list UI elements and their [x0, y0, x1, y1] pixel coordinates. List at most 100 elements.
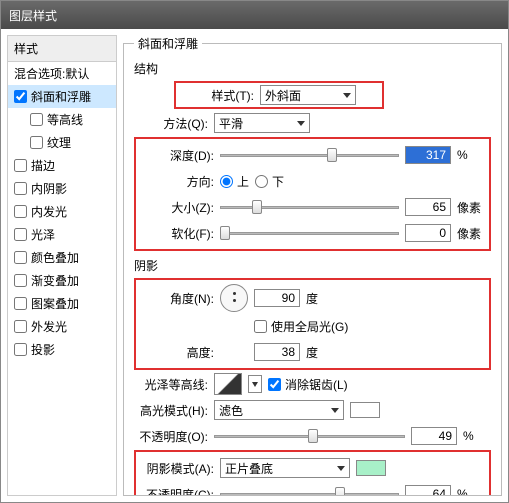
- sidebar-item-label: 光泽: [31, 226, 55, 243]
- highlight-shadow-mode-box: 阴影模式(A): 正片叠底 不透明度(C): 64 %: [134, 450, 491, 496]
- highlight-mode-label: 高光模式(H):: [134, 402, 208, 419]
- sidebar-item-label: 外发光: [31, 318, 67, 335]
- method-select[interactable]: 平滑: [214, 113, 310, 133]
- sidebar-item-label: 描边: [31, 157, 55, 174]
- check-gradient-overlay[interactable]: [14, 274, 27, 287]
- direction-down[interactable]: 下: [255, 173, 284, 190]
- sidebar-blend-label: 混合选项:默认: [14, 65, 89, 82]
- soften-slider[interactable]: [220, 226, 399, 240]
- depth-slider[interactable]: [220, 148, 399, 162]
- chevron-down-icon: [343, 93, 351, 98]
- sidebar-item-inner-glow[interactable]: 内发光: [8, 200, 116, 223]
- depth-value[interactable]: 317: [405, 146, 451, 164]
- check-satin[interactable]: [14, 228, 27, 241]
- angle-dial[interactable]: [220, 284, 248, 312]
- check-texture[interactable]: [30, 136, 43, 149]
- check-bevel[interactable]: [14, 90, 27, 103]
- altitude-label: 高度:: [140, 344, 214, 361]
- sidebar-item-stroke[interactable]: 描边: [8, 154, 116, 177]
- radio-up[interactable]: [220, 175, 233, 188]
- shadow-color-swatch[interactable]: [356, 460, 386, 476]
- sidebar-item-label: 等高线: [47, 111, 83, 128]
- sidebar-item-label: 纹理: [47, 134, 71, 151]
- shadow-legend: 阴影: [134, 257, 491, 274]
- chevron-down-icon: [337, 466, 345, 471]
- angle-unit: 度: [306, 290, 334, 307]
- highlight-style-box: 样式(T): 外斜面: [174, 81, 384, 109]
- check-color-overlay[interactable]: [14, 251, 27, 264]
- sidebar-item-label: 投影: [31, 341, 55, 358]
- angle-value[interactable]: 90: [254, 289, 300, 307]
- structure-legend: 结构: [134, 60, 491, 77]
- sidebar-item-drop-shadow[interactable]: 投影: [8, 338, 116, 361]
- layer-style-dialog: 图层样式 样式 混合选项:默认 斜面和浮雕 等高线 纹理: [0, 0, 509, 503]
- panel-title: 斜面和浮雕: [134, 35, 202, 52]
- sidebar-blend-row[interactable]: 混合选项:默认: [8, 62, 116, 85]
- angle-label: 角度(N):: [140, 290, 214, 307]
- shadow-opacity-label: 不透明度(C):: [140, 486, 214, 497]
- antialias-check[interactable]: 消除锯齿(L): [268, 376, 348, 393]
- sidebar-item-label: 斜面和浮雕: [31, 88, 91, 105]
- sidebar-item-gradient-overlay[interactable]: 渐变叠加: [8, 269, 116, 292]
- direction-label: 方向:: [140, 173, 214, 190]
- size-value[interactable]: 65: [405, 198, 451, 216]
- sidebar-item-label: 内发光: [31, 203, 67, 220]
- highlight-color-swatch[interactable]: [350, 402, 380, 418]
- check-global-light[interactable]: [254, 320, 267, 333]
- sidebar-item-texture[interactable]: 纹理: [8, 131, 116, 154]
- sidebar-item-satin[interactable]: 光泽: [8, 223, 116, 246]
- style-select[interactable]: 外斜面: [260, 85, 356, 105]
- check-antialias[interactable]: [268, 378, 281, 391]
- gloss-contour-picker[interactable]: [214, 373, 242, 395]
- check-contour[interactable]: [30, 113, 43, 126]
- size-label: 大小(Z):: [140, 199, 214, 216]
- sidebar-item-inner-shadow[interactable]: 内阴影: [8, 177, 116, 200]
- highlight-opacity-value[interactable]: 49: [411, 427, 457, 445]
- check-stroke[interactable]: [14, 159, 27, 172]
- altitude-value[interactable]: 38: [254, 343, 300, 361]
- shadow-opacity-slider[interactable]: [220, 487, 399, 496]
- sidebar-item-label: 颜色叠加: [31, 249, 79, 266]
- highlight-mode-value: 滤色: [219, 402, 243, 419]
- bevel-fieldset: 斜面和浮雕 结构 样式(T): 外斜面 方法(Q): 平滑: [123, 35, 502, 496]
- depth-label: 深度(D):: [140, 147, 214, 164]
- highlight-angle-box: 角度(N): 90 度 使用全局光(G) 高度: 38 度: [134, 278, 491, 370]
- shadow-mode-value: 正片叠底: [225, 460, 273, 477]
- highlight-opacity-label: 不透明度(O):: [134, 428, 208, 445]
- soften-label: 软化(F):: [140, 225, 214, 242]
- method-label: 方法(Q):: [134, 115, 208, 132]
- size-unit: 像素: [457, 199, 485, 216]
- check-pattern-overlay[interactable]: [14, 297, 27, 310]
- gloss-contour-dropdown[interactable]: [248, 375, 262, 393]
- check-inner-shadow[interactable]: [14, 182, 27, 195]
- method-value: 平滑: [219, 115, 243, 132]
- chevron-down-icon: [331, 408, 339, 413]
- style-list-header: 样式: [8, 36, 116, 62]
- sidebar-item-label: 图案叠加: [31, 295, 79, 312]
- check-drop-shadow[interactable]: [14, 343, 27, 356]
- style-value: 外斜面: [265, 87, 301, 104]
- highlight-opacity-unit: %: [463, 429, 491, 443]
- shadow-mode-select[interactable]: 正片叠底: [220, 458, 350, 478]
- direction-up[interactable]: 上: [220, 173, 249, 190]
- shadow-opacity-value[interactable]: 64: [405, 485, 451, 496]
- sidebar-item-contour[interactable]: 等高线: [8, 108, 116, 131]
- sidebar-item-color-overlay[interactable]: 颜色叠加: [8, 246, 116, 269]
- check-outer-glow[interactable]: [14, 320, 27, 333]
- style-list: 样式 混合选项:默认 斜面和浮雕 等高线 纹理 描边 内阴影: [7, 35, 117, 496]
- radio-down[interactable]: [255, 175, 268, 188]
- chevron-down-icon: [297, 121, 305, 126]
- global-light-check[interactable]: 使用全局光(G): [254, 318, 348, 335]
- sidebar-item-outer-glow[interactable]: 外发光: [8, 315, 116, 338]
- sidebar-item-pattern-overlay[interactable]: 图案叠加: [8, 292, 116, 315]
- sidebar-item-bevel[interactable]: 斜面和浮雕: [8, 85, 116, 108]
- sidebar-item-label: 内阴影: [31, 180, 67, 197]
- settings-panel: 斜面和浮雕 结构 样式(T): 外斜面 方法(Q): 平滑: [123, 35, 502, 496]
- shadow-opacity-unit: %: [457, 487, 485, 496]
- check-inner-glow[interactable]: [14, 205, 27, 218]
- highlight-mode-select[interactable]: 滤色: [214, 400, 344, 420]
- sidebar-item-label: 渐变叠加: [31, 272, 79, 289]
- size-slider[interactable]: [220, 200, 399, 214]
- soften-value[interactable]: 0: [405, 224, 451, 242]
- highlight-opacity-slider[interactable]: [214, 429, 405, 443]
